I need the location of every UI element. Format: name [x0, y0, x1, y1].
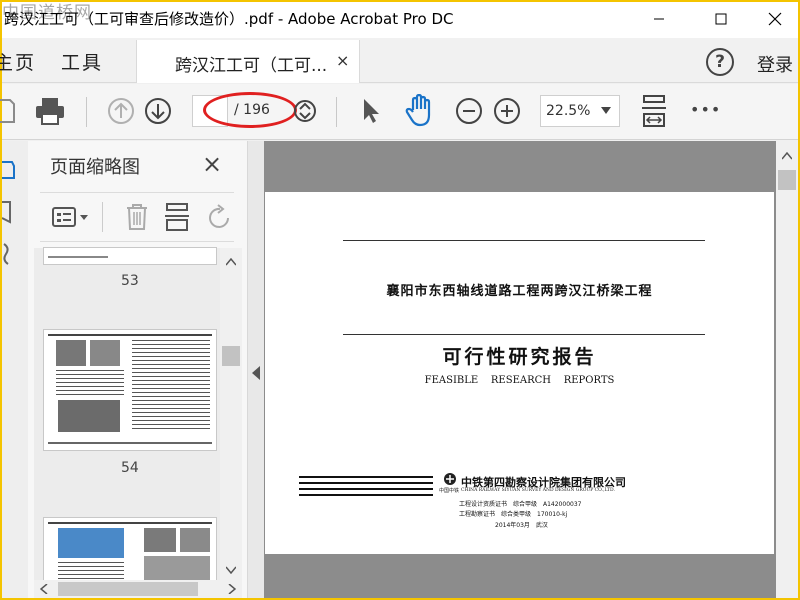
scroll-down-icon[interactable] [226, 566, 236, 574]
thumbnail-label: 54 [121, 460, 139, 476]
zoom-value: 22.5% [546, 103, 591, 119]
save-icon[interactable] [0, 96, 16, 126]
thumbnail-header-line [48, 334, 212, 336]
thumbnail-photo [144, 528, 176, 552]
attachments-nav-icon[interactable] [2, 240, 16, 266]
maximize-button[interactable] [698, 2, 744, 36]
cover-mid-rule [343, 334, 705, 335]
report-title: 可行性研究报告 [442, 346, 597, 368]
collapse-panel-icon[interactable] [252, 366, 260, 380]
thumbnail-photo [58, 400, 120, 432]
print-icon[interactable] [34, 96, 66, 126]
chevron-down-icon [601, 107, 611, 114]
thumbnail-photo [56, 340, 86, 366]
tab-document[interactable]: 跨汉江工可（工可... × [136, 40, 360, 83]
next-page-icon[interactable] [143, 96, 173, 126]
certificate-line-2: 工程勘察证书 综合类甲级 170010-kj [459, 511, 568, 518]
thumbnail-photo [144, 556, 210, 580]
extract-page-icon[interactable] [164, 202, 190, 232]
cover-stripe [299, 494, 433, 496]
thumbnail-page[interactable] [44, 330, 216, 450]
tab-tools[interactable]: 工具 [61, 48, 103, 75]
zoom-out-icon[interactable] [454, 96, 484, 126]
hand-tool-icon[interactable] [404, 94, 436, 128]
cover-stripe [299, 482, 433, 484]
tab-bar: 主页 工具 跨汉江工可（工可... × [0, 38, 798, 83]
help-icon[interactable]: ? [706, 48, 734, 76]
scroll-left-icon[interactable] [40, 584, 48, 594]
maximize-icon [715, 13, 727, 25]
thumbnail-text-block [58, 562, 124, 580]
tab-home[interactable]: 主页 [0, 48, 36, 75]
document-scroll-thumb[interactable] [778, 170, 796, 190]
thumbnail-text-block [132, 340, 210, 432]
delete-page-icon[interactable] [124, 202, 150, 232]
page-thumbnails-nav-icon[interactable] [2, 158, 16, 180]
thumbnail-page[interactable] [44, 518, 216, 580]
cover-stripe [299, 476, 433, 478]
close-window-button[interactable] [752, 2, 798, 36]
cover-stripe [299, 488, 433, 490]
cover-top-rule [343, 240, 705, 241]
panel-close-icon[interactable]: × [202, 150, 222, 178]
panel-title: 页面缩略图 [50, 157, 140, 178]
thumbnail-photo [180, 528, 210, 552]
company-logo-icon [444, 473, 456, 485]
thumbnail-photo [90, 340, 120, 366]
company-name-english: CHINA RAILWAY SIYUAN SURVEY AND DESIGN G… [461, 488, 615, 493]
fit-page-icon[interactable] [640, 94, 668, 128]
scroll-up-icon[interactable] [226, 258, 236, 266]
scroll-right-icon[interactable] [228, 584, 236, 594]
thumbnail-header-line [48, 522, 212, 524]
project-title: 襄阳市东西轴线道路工程两跨汉江桥梁工程 [386, 284, 653, 299]
highlight-ellipse [203, 92, 297, 128]
scroll-up-icon[interactable] [782, 152, 792, 160]
watermark-text: 中国道桥网 [2, 3, 92, 23]
thumbnail-scroll-thumb[interactable] [222, 346, 240, 366]
select-cursor-icon[interactable] [360, 96, 382, 126]
thumbnail-vertical-scrollbar[interactable] [220, 248, 242, 580]
thumbnail-footer-line [48, 442, 212, 444]
certificate-line-1: 工程设计资质证书 综合甲级 A142000037 [459, 501, 582, 508]
thumbnail-label: 53 [121, 273, 139, 289]
more-tools-icon[interactable]: ••• [690, 100, 721, 119]
minimize-button[interactable] [636, 2, 682, 36]
bookmarks-nav-icon[interactable] [2, 200, 16, 226]
panel-tool-separator [102, 202, 103, 232]
document-vertical-scrollbar[interactable] [776, 141, 798, 598]
thumbnail-photo [58, 528, 124, 558]
scroll-mode-icon[interactable] [292, 98, 318, 124]
rotate-page-icon[interactable] [206, 204, 234, 232]
company-logo-text: 中国中铁 [439, 488, 460, 494]
toolbar-separator [86, 97, 87, 127]
thumbnail-text-block [56, 370, 124, 396]
report-title-english: FEASIBLE RESEARCH REPORTS [424, 375, 615, 386]
thumbnail-page[interactable] [44, 248, 216, 264]
previous-page-icon[interactable] [106, 96, 136, 126]
tab-close-icon[interactable]: × [336, 51, 349, 70]
thumbnail-options-icon[interactable] [52, 206, 90, 228]
toolbar-separator [336, 97, 337, 127]
zoom-in-icon[interactable] [492, 96, 522, 126]
tab-document-label: 跨汉江工可（工可... [175, 56, 328, 76]
thumbnail-hscroll-thumb[interactable] [58, 582, 198, 596]
report-date: 2014年03月 武汉 [495, 522, 548, 529]
pdf-page: 襄阳市东西轴线道路工程两跨汉江桥梁工程 可行性研究报告 FEASIBLE RES… [265, 192, 774, 554]
close-icon [768, 12, 782, 26]
login-button[interactable]: 登录 [757, 51, 793, 77]
thumbnail-footer-line [48, 256, 108, 258]
minimize-icon [654, 18, 664, 20]
